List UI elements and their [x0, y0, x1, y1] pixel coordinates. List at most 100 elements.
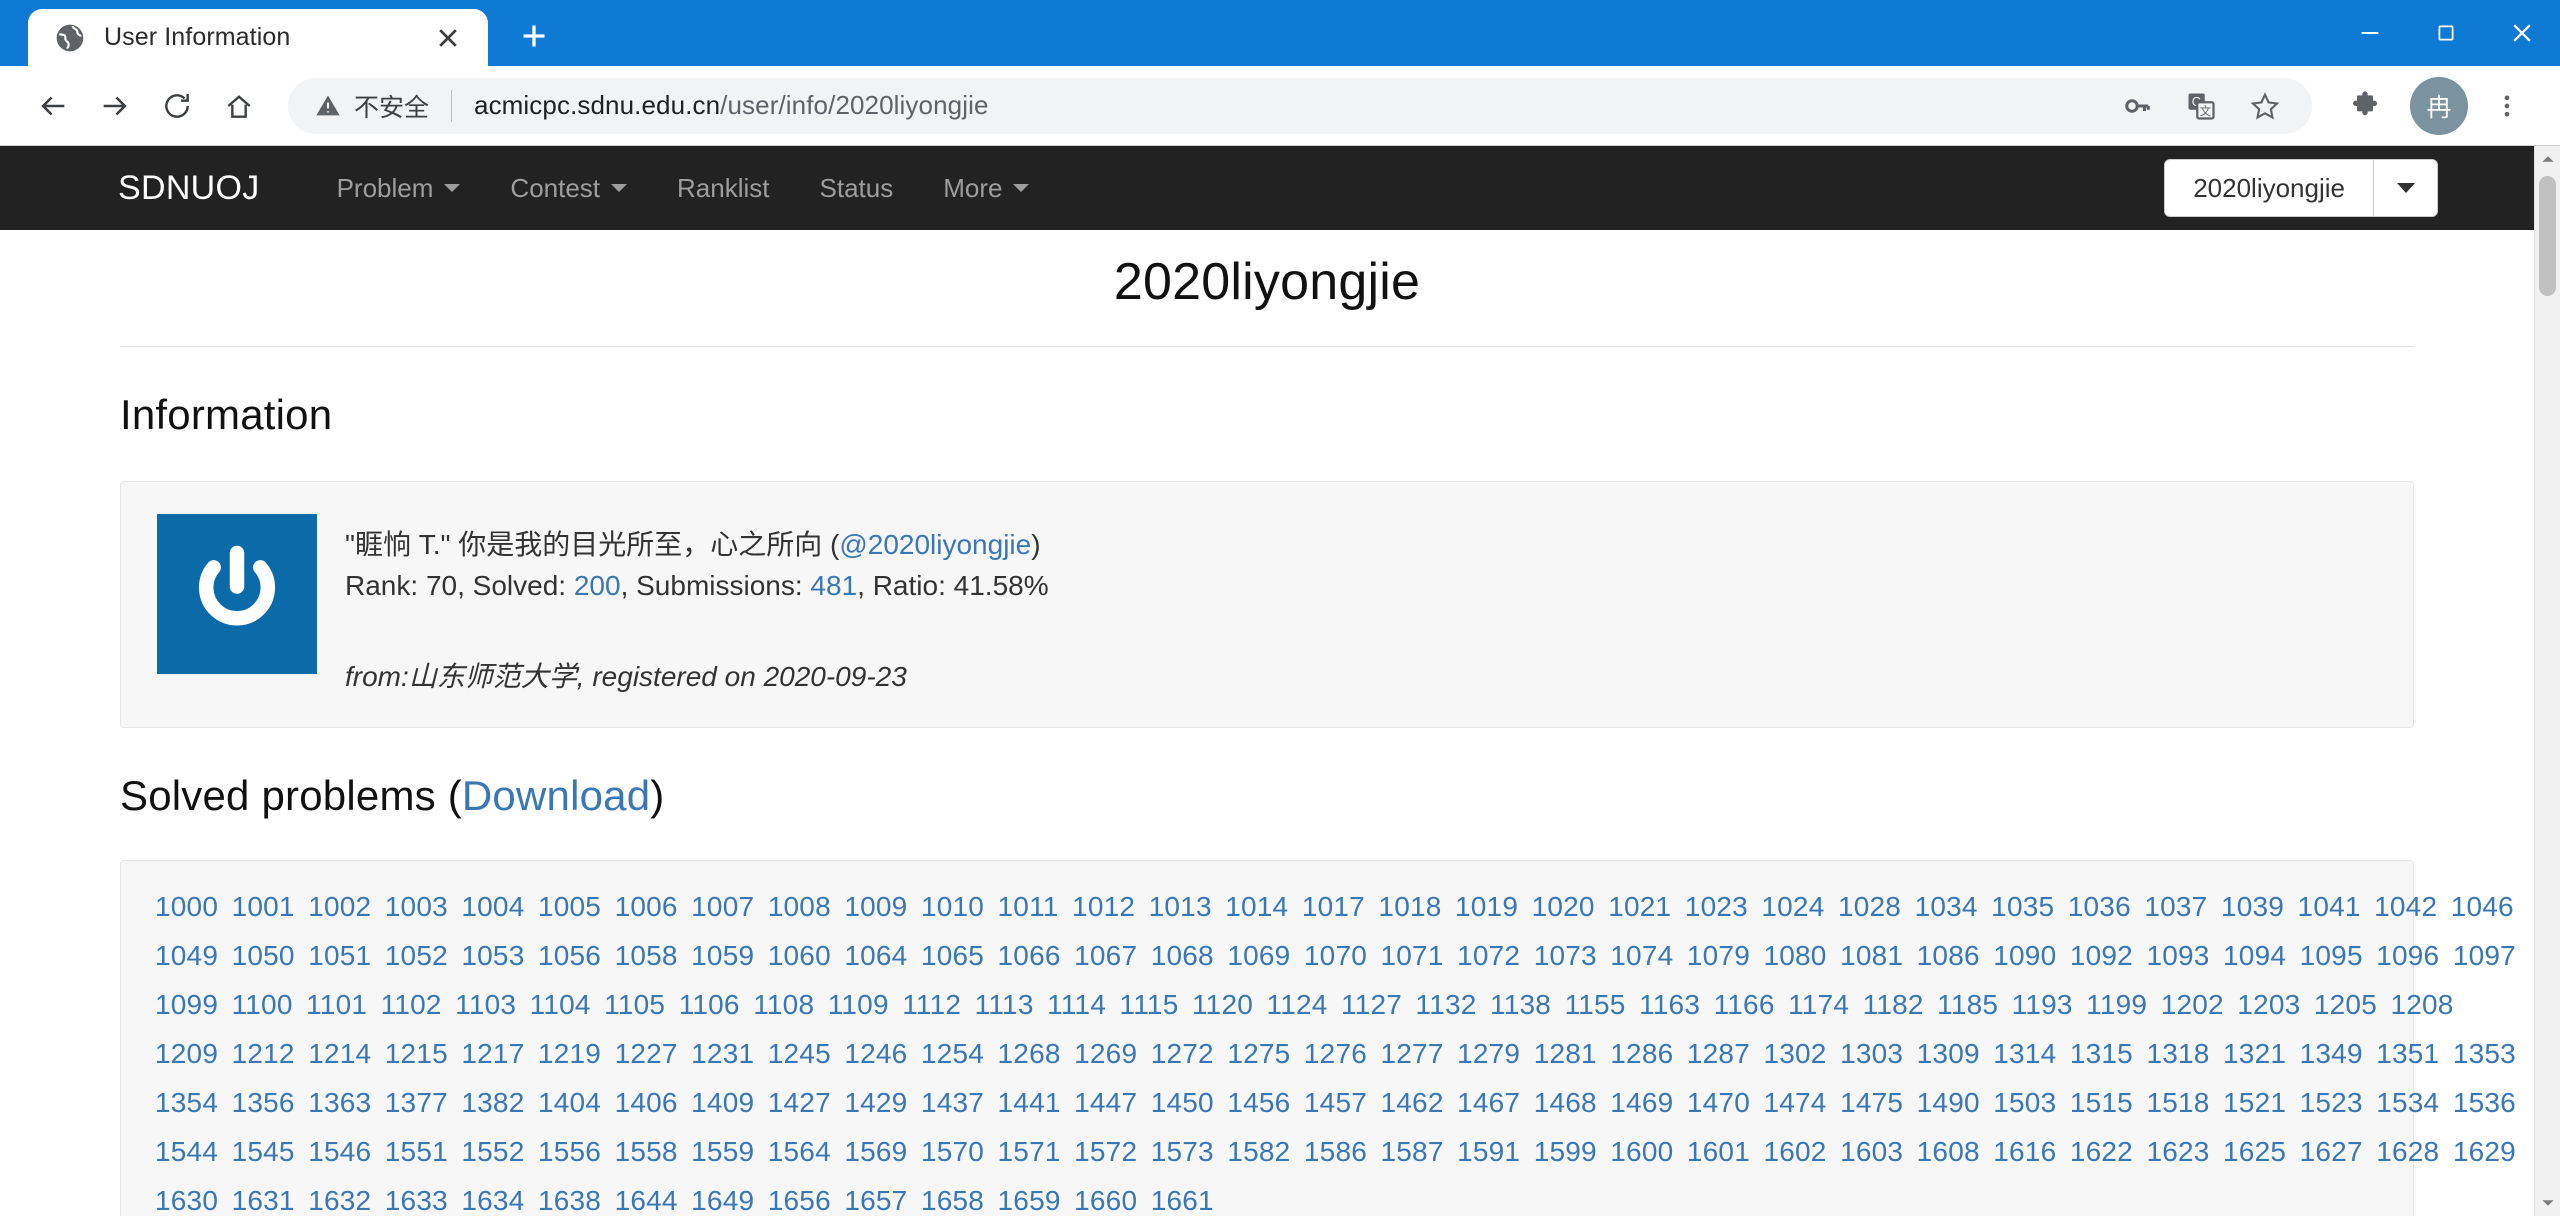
problem-id-link[interactable]: 1634 — [461, 1181, 524, 1216]
problem-id-link[interactable]: 1447 — [1074, 1083, 1137, 1123]
nav-item-ranklist[interactable]: Ranklist — [652, 146, 794, 230]
problem-id-link[interactable]: 1649 — [691, 1181, 754, 1216]
problem-id-link[interactable]: 1019 — [1455, 887, 1518, 927]
problem-id-link[interactable]: 1049 — [155, 936, 218, 976]
problem-id-link[interactable]: 1009 — [844, 887, 907, 927]
problem-id-link[interactable]: 1193 — [2012, 985, 2073, 1025]
problem-id-link[interactable]: 1053 — [461, 936, 524, 976]
problem-id-link[interactable]: 1633 — [385, 1181, 448, 1216]
problem-id-link[interactable]: 1041 — [2298, 887, 2361, 927]
problem-id-link[interactable]: 1104 — [530, 985, 591, 1025]
problem-id-link[interactable]: 1020 — [1532, 887, 1595, 927]
nav-item-status[interactable]: Status — [795, 146, 919, 230]
problem-id-link[interactable]: 1406 — [615, 1083, 678, 1123]
problem-id-link[interactable]: 1467 — [1457, 1083, 1520, 1123]
problem-id-link[interactable]: 1174 — [1788, 985, 1849, 1025]
problem-id-link[interactable]: 1429 — [844, 1083, 907, 1123]
problem-id-link[interactable]: 1212 — [232, 1034, 295, 1074]
problem-id-link[interactable]: 1518 — [2146, 1083, 2209, 1123]
problem-id-link[interactable]: 1629 — [2453, 1132, 2516, 1172]
problem-id-link[interactable]: 1093 — [2146, 936, 2209, 976]
problem-id-link[interactable]: 1231 — [691, 1034, 754, 1074]
problem-id-link[interactable]: 1217 — [461, 1034, 524, 1074]
problem-id-link[interactable]: 1503 — [1993, 1083, 2056, 1123]
problem-id-link[interactable]: 1622 — [2070, 1132, 2133, 1172]
problem-id-link[interactable]: 1012 — [1072, 887, 1135, 927]
problem-id-link[interactable]: 1437 — [921, 1083, 984, 1123]
problem-id-link[interactable]: 1106 — [679, 985, 740, 1025]
problem-id-link[interactable]: 1124 — [1267, 985, 1328, 1025]
problem-id-link[interactable]: 1600 — [1610, 1132, 1673, 1172]
problem-id-link[interactable]: 1245 — [768, 1034, 831, 1074]
user-dropdown[interactable]: 2020liyongjie — [2164, 159, 2438, 217]
submissions-value[interactable]: 481 — [810, 570, 857, 601]
problem-id-link[interactable]: 1591 — [1457, 1132, 1520, 1172]
user-dropdown-toggle[interactable] — [2373, 160, 2437, 216]
problem-id-link[interactable]: 1014 — [1225, 887, 1288, 927]
problem-id-link[interactable]: 1051 — [308, 936, 371, 976]
problem-id-link[interactable]: 1205 — [2314, 985, 2377, 1025]
problem-id-link[interactable]: 1470 — [1687, 1083, 1750, 1123]
problem-id-link[interactable]: 1382 — [461, 1083, 524, 1123]
problem-id-link[interactable]: 1303 — [1840, 1034, 1903, 1074]
problem-id-link[interactable]: 1321 — [2223, 1034, 2286, 1074]
problem-id-link[interactable]: 1155 — [1565, 985, 1626, 1025]
problem-id-link[interactable]: 1127 — [1341, 985, 1402, 1025]
problem-id-link[interactable]: 1209 — [155, 1034, 218, 1074]
problem-id-link[interactable]: 1315 — [2070, 1034, 2133, 1074]
problem-id-link[interactable]: 1349 — [2300, 1034, 2363, 1074]
problem-id-link[interactable]: 1067 — [1074, 936, 1137, 976]
problem-id-link[interactable]: 1101 — [306, 985, 367, 1025]
scrollbar-thumb[interactable] — [2539, 176, 2556, 296]
problem-id-link[interactable]: 1050 — [232, 936, 295, 976]
problem-id-link[interactable]: 1094 — [2223, 936, 2286, 976]
problem-id-link[interactable]: 1354 — [155, 1083, 218, 1123]
problem-id-link[interactable]: 1551 — [385, 1132, 448, 1172]
problem-id-link[interactable]: 1363 — [308, 1083, 371, 1123]
problem-id-link[interactable]: 1279 — [1457, 1034, 1520, 1074]
problem-id-link[interactable]: 1545 — [232, 1132, 295, 1172]
page-scrollbar[interactable] — [2534, 146, 2560, 1216]
minimize-button[interactable] — [2332, 0, 2408, 66]
problem-id-link[interactable]: 1623 — [2146, 1132, 2209, 1172]
problem-id-link[interactable]: 1558 — [615, 1132, 678, 1172]
problem-id-link[interactable]: 1052 — [385, 936, 448, 976]
problem-id-link[interactable]: 1028 — [1838, 887, 1901, 927]
problem-id-link[interactable]: 1644 — [615, 1181, 678, 1216]
problem-id-link[interactable]: 1066 — [998, 936, 1061, 976]
problem-id-link[interactable]: 1409 — [691, 1083, 754, 1123]
problem-id-link[interactable]: 1559 — [691, 1132, 754, 1172]
problem-id-link[interactable]: 1042 — [2374, 887, 2437, 927]
problem-id-link[interactable]: 1625 — [2223, 1132, 2286, 1172]
problem-id-link[interactable]: 1208 — [2390, 985, 2453, 1025]
problem-id-link[interactable]: 1546 — [308, 1132, 371, 1172]
problem-id-link[interactable]: 1586 — [1304, 1132, 1367, 1172]
problem-id-link[interactable]: 1246 — [844, 1034, 907, 1074]
problem-id-link[interactable]: 1276 — [1304, 1034, 1367, 1074]
problem-id-link[interactable]: 1468 — [1534, 1083, 1597, 1123]
browser-tab[interactable]: User Information — [28, 9, 488, 66]
problem-id-link[interactable]: 1564 — [768, 1132, 831, 1172]
problem-id-link[interactable]: 1109 — [828, 985, 889, 1025]
problem-id-link[interactable]: 1103 — [455, 985, 516, 1025]
problem-id-link[interactable]: 1523 — [2300, 1083, 2363, 1123]
problem-id-link[interactable]: 1090 — [1993, 936, 2056, 976]
problem-id-link[interactable]: 1115 — [1120, 985, 1179, 1025]
problem-id-link[interactable]: 1113 — [975, 985, 1034, 1025]
problem-id-link[interactable]: 1601 — [1687, 1132, 1750, 1172]
problem-id-link[interactable]: 1272 — [1151, 1034, 1214, 1074]
problem-id-link[interactable]: 1036 — [2068, 887, 2131, 927]
problem-id-link[interactable]: 1552 — [461, 1132, 524, 1172]
problem-id-link[interactable]: 1314 — [1993, 1034, 2056, 1074]
problem-id-link[interactable]: 1638 — [538, 1181, 601, 1216]
reload-icon[interactable] — [146, 75, 208, 137]
problem-id-link[interactable]: 1000 — [155, 887, 218, 927]
problem-id-link[interactable]: 1023 — [1685, 887, 1748, 927]
problem-id-link[interactable]: 1100 — [232, 985, 293, 1025]
problem-id-link[interactable]: 1572 — [1074, 1132, 1137, 1172]
problem-id-link[interactable]: 1096 — [2376, 936, 2439, 976]
problem-id-link[interactable]: 1006 — [615, 887, 678, 927]
problem-id-link[interactable]: 1630 — [155, 1181, 218, 1216]
problem-id-link[interactable]: 1074 — [1610, 936, 1673, 976]
problem-id-link[interactable]: 1070 — [1304, 936, 1367, 976]
